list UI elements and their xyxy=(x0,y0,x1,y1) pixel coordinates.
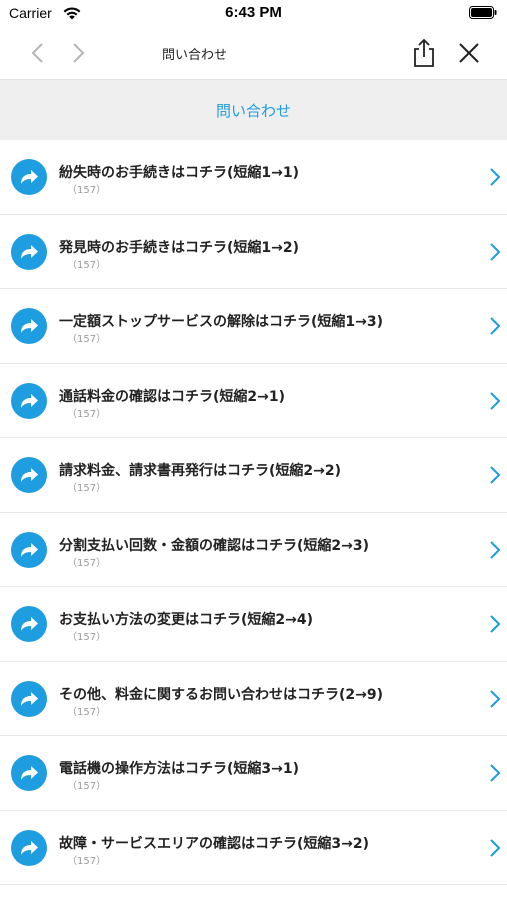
forward-button[interactable] xyxy=(64,38,94,68)
item-title: 電話機の操作方法はコチラ(短縮3→1) xyxy=(59,761,300,777)
share-button[interactable] xyxy=(409,38,439,68)
status-time: 6:43 PM xyxy=(225,4,282,21)
list-item[interactable]: 故障・サービスエリアの確認はコチラ(短縮3→2) （157） xyxy=(0,810,507,885)
chevron-right-icon xyxy=(490,242,501,261)
list-item[interactable]: 請求料金、請求書再発行はコチラ(短縮2→2) （157） xyxy=(0,438,507,513)
list-item[interactable]: 分割支払い回数・金額の確認はコチラ(短縮2→3) （157） xyxy=(0,512,507,587)
nav-title: 問い合わせ xyxy=(162,48,228,63)
page-title: 問い合わせ xyxy=(215,101,291,120)
item-title: 一定額ストップサービスの解除はコチラ(短縮1→3) xyxy=(59,314,384,330)
item-number: （157） xyxy=(67,185,107,196)
item-title: 通話料金の確認はコチラ(短縮2→1) xyxy=(59,388,286,405)
item-number: （157） xyxy=(67,557,107,569)
item-number: （157） xyxy=(67,706,107,718)
chevron-right-icon xyxy=(490,317,501,335)
item-title: 発見時のお手続きはコチラ(短縮1→2) xyxy=(59,239,300,256)
forward-arrow-icon xyxy=(11,531,47,568)
item-number: （157） xyxy=(67,781,107,792)
forward-arrow-icon xyxy=(11,606,47,642)
item-number: （157） xyxy=(67,259,107,271)
item-title: 分割支払い回数・金額の確認はコチラ(短縮2→3) xyxy=(59,537,370,554)
page-header: 問い合わせ xyxy=(0,80,507,140)
item-number: （157） xyxy=(67,483,107,494)
list-item[interactable]: 電話機の操作方法はコチラ(短縮3→1) （157） xyxy=(0,736,507,811)
chevron-right-icon xyxy=(490,689,501,708)
item-number: （157） xyxy=(67,855,107,867)
chevron-right-icon xyxy=(490,764,501,782)
chevron-right-icon xyxy=(490,838,501,857)
item-title: 請求料金、請求書再発行はコチラ(短縮2→2) xyxy=(59,463,342,479)
forward-arrow-icon xyxy=(11,308,47,344)
item-number: （157） xyxy=(67,632,107,643)
forward-arrow-icon xyxy=(11,755,47,791)
forward-arrow-icon xyxy=(11,233,47,270)
item-number: （157） xyxy=(67,334,107,345)
contact-list: 紛失時のお手続きはコチラ(短縮1→1) （157） 発見時のお手続きはコチラ(短… xyxy=(0,140,507,885)
chevron-right-icon xyxy=(490,168,501,186)
status-bar: Carrier 6:43 PM xyxy=(0,0,507,26)
item-title: 紛失時のお手続きはコチラ(短縮1→1) xyxy=(59,165,300,181)
forward-arrow-icon xyxy=(11,829,47,866)
chevron-right-icon xyxy=(490,391,501,410)
close-icon xyxy=(459,43,479,63)
navigation-bar: 問い合わせ xyxy=(0,26,507,80)
list-item[interactable]: その他、料金に関するお問い合わせはコチラ(2→9) （157） xyxy=(0,661,507,736)
back-button[interactable] xyxy=(22,38,52,68)
share-icon xyxy=(414,38,434,67)
forward-arrow-icon xyxy=(11,457,47,493)
chevron-right-icon xyxy=(490,540,501,559)
close-button[interactable] xyxy=(454,38,484,68)
item-title: 故障・サービスエリアの確認はコチラ(短縮3→2) xyxy=(59,835,370,852)
chevron-left-icon xyxy=(31,43,43,63)
list-item[interactable]: 一定額ストップサービスの解除はコチラ(短縮1→3) （157） xyxy=(0,289,507,364)
item-title: お支払い方法の変更はコチラ(短縮2→4) xyxy=(59,612,314,628)
list-item[interactable]: お支払い方法の変更はコチラ(短縮2→4) （157） xyxy=(0,587,507,662)
item-number: （157） xyxy=(67,408,107,420)
list-item[interactable]: 通話料金の確認はコチラ(短縮2→1) （157） xyxy=(0,363,507,438)
chevron-right-icon xyxy=(73,43,85,63)
forward-arrow-icon xyxy=(11,680,47,717)
list-item[interactable]: 発見時のお手続きはコチラ(短縮1→2) （157） xyxy=(0,214,507,289)
forward-arrow-icon xyxy=(11,159,47,195)
chevron-right-icon xyxy=(490,615,501,633)
chevron-right-icon xyxy=(490,466,501,484)
list-item[interactable]: 紛失時のお手続きはコチラ(短縮1→1) （157） xyxy=(0,140,507,215)
item-title: その他、料金に関するお問い合わせはコチラ(2→9) xyxy=(59,686,384,703)
battery-icon xyxy=(469,6,497,19)
forward-arrow-icon xyxy=(11,382,47,419)
